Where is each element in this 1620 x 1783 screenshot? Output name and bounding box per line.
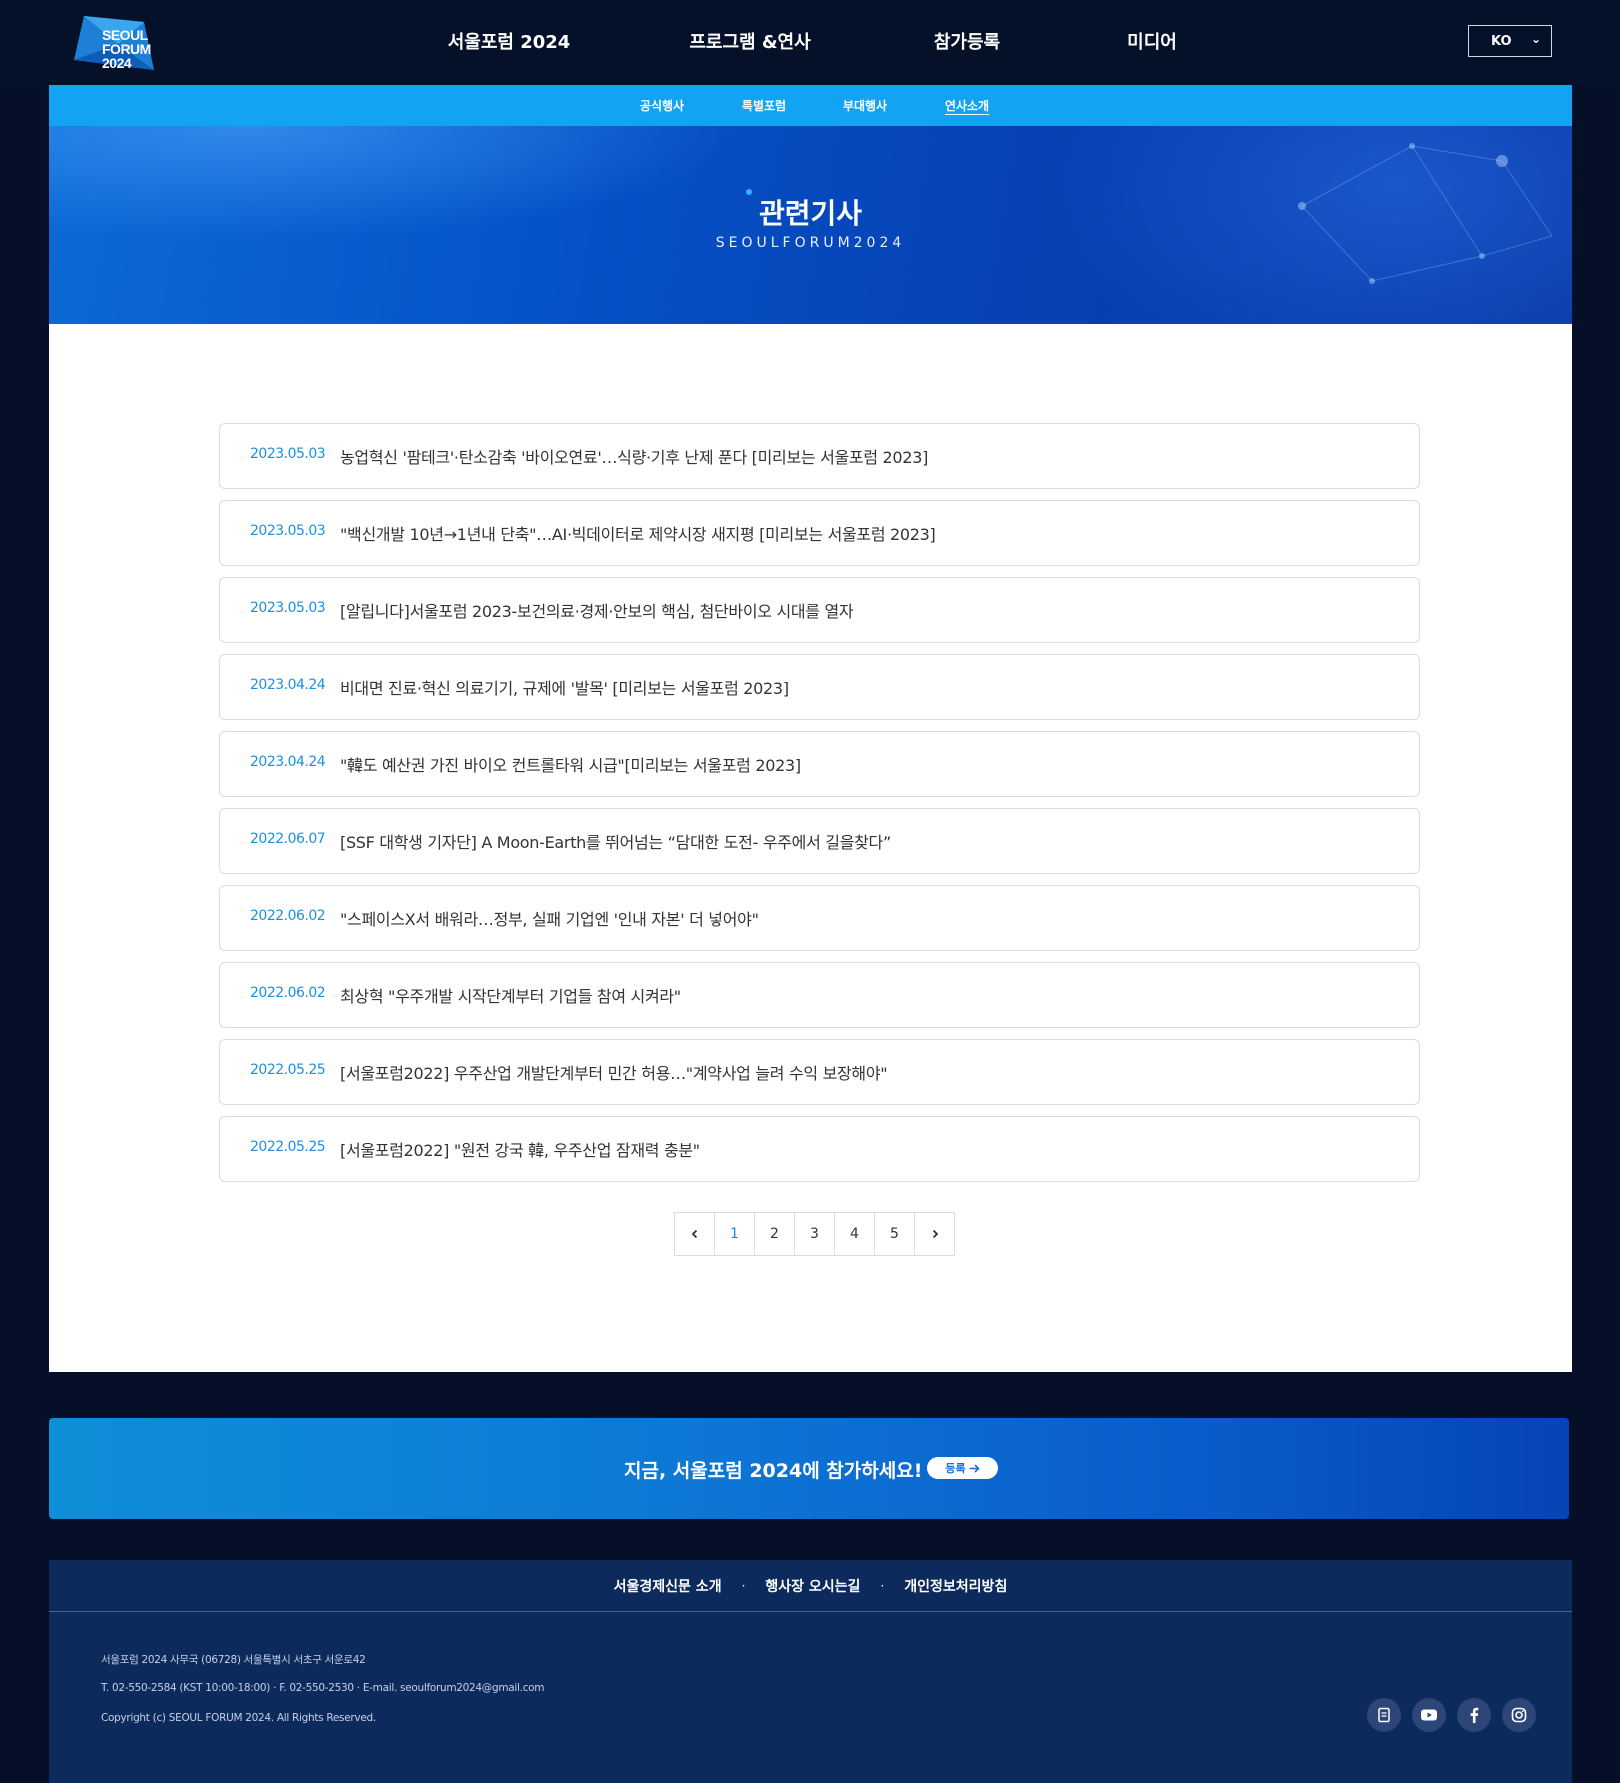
sub-nav: 공식행사 특별포럼 부대행사 연사소개 [49, 85, 1572, 126]
news-date: 2022.06.02 [250, 908, 326, 924]
footer-copyright: Copyright (c) SEOUL FORUM 2024. All Righ… [101, 1712, 376, 1724]
prev-page-button[interactable] [675, 1213, 715, 1255]
nav-media[interactable]: 미디어 [1127, 28, 1177, 54]
news-date: 2022.06.07 [250, 831, 326, 847]
subnav-side-events[interactable]: 부대행사 [843, 97, 887, 114]
news-date: 2022.05.25 [250, 1139, 326, 1155]
news-title[interactable]: "韓도 예산권 가진 바이오 컨트롤타워 시급"[미리보는 서울포럼 2023] [340, 752, 801, 776]
registration-banner-text: 지금, 서울포럼 2024에 참가하세요! [624, 1460, 923, 1482]
footer-separator: · [880, 1578, 885, 1593]
news-item[interactable]: 2022.06.02 "스페이스X서 배워라…정부, 실패 기업엔 '인내 자본… [219, 885, 1420, 951]
page-button-2[interactable]: 2 [755, 1213, 795, 1255]
news-date: 2023.04.24 [250, 754, 326, 770]
nav-registration[interactable]: 참가등록 [934, 28, 1000, 54]
top-bar: SEOUL FORUM 2024 서울포럼 2024 프로그램 &연사 참가등록… [0, 0, 1620, 85]
chevron-left-icon [691, 1229, 697, 1239]
news-title[interactable]: [서울포럼2022] "원전 강국 韓, 우주산업 잠재력 충분" [340, 1137, 700, 1161]
news-title[interactable]: 농업혁신 '팜테크'·탄소감축 '바이오연료'…식량·기후 난제 푼다 [미리보… [340, 444, 928, 468]
news-item[interactable]: 2022.05.25 [서울포럼2022] "원전 강국 韓, 우주산업 잠재력… [219, 1116, 1420, 1182]
news-item[interactable]: 2022.05.25 [서울포럼2022] 우주산업 개발단계부터 민간 허용…… [219, 1039, 1420, 1105]
register-button-label: 등록 [945, 1462, 966, 1475]
news-title[interactable]: [서울포럼2022] 우주산업 개발단계부터 민간 허용…"계약사업 늘려 수익… [340, 1060, 888, 1084]
news-title[interactable]: "백신개발 10년→1년내 단축"…AI·빅데이터로 제약시장 새지평 [미리보… [340, 521, 936, 545]
register-button[interactable]: 등록 [927, 1457, 998, 1479]
chevron-down-icon: ⌄ [1531, 32, 1542, 46]
news-title[interactable]: 비대면 진료·혁신 의료기기, 규제에 '발목' [미리보는 서울포럼 2023… [340, 675, 789, 699]
page-button-3[interactable]: 3 [795, 1213, 835, 1255]
news-date: 2023.05.03 [250, 446, 326, 462]
footer-link-directions[interactable]: 행사장 오시는길 [765, 1576, 860, 1596]
news-item[interactable]: 2023.05.03 농업혁신 '팜테크'·탄소감축 '바이오연료'…식량·기후… [219, 423, 1420, 489]
news-item[interactable]: 2023.04.24 비대면 진료·혁신 의료기기, 규제에 '발목' [미리보… [219, 654, 1420, 720]
footer: 서울경제신문 소개 · 행사장 오시는길 · 개인정보처리방침 서울포럼 202… [49, 1560, 1572, 1783]
footer-contact: T. 02-550-2584 (KST 10:00-18:00) · F. 02… [101, 1682, 545, 1694]
next-page-button[interactable] [915, 1213, 955, 1255]
news-title[interactable]: "스페이스X서 배워라…정부, 실패 기업엔 '인내 자본' 더 넣어야" [340, 906, 759, 930]
content-area: 2023.05.03 농업혁신 '팜테크'·탄소감축 '바이오연료'…식량·기후… [49, 324, 1572, 1372]
news-list: 2023.05.03 농업혁신 '팜테크'·탄소감축 '바이오연료'…식량·기후… [219, 423, 1420, 1193]
news-date: 2023.04.24 [250, 677, 326, 693]
news-title[interactable]: [알립니다]서울포럼 2023-보건의료·경제·안보의 핵심, 첨단바이오 시대… [340, 598, 854, 622]
footer-separator: · [741, 1578, 746, 1593]
page-button-1[interactable]: 1 [715, 1213, 755, 1255]
news-date: 2023.05.03 [250, 600, 326, 616]
pagination: 1 2 3 4 5 [674, 1212, 955, 1256]
news-item[interactable]: 2023.05.03 [알립니다]서울포럼 2023-보건의료·경제·안보의 핵… [219, 577, 1420, 643]
news-date: 2022.05.25 [250, 1062, 326, 1078]
page-title: 관련기사 [758, 197, 863, 230]
news-date: 2023.05.03 [250, 523, 326, 539]
news-item[interactable]: 2022.06.07 [SSF 대학생 기자단] A Moon-Earth를 뛰… [219, 808, 1420, 874]
news-title[interactable]: 최상혁 "우주개발 시작단계부터 기업들 참여 시켜라" [340, 983, 681, 1007]
language-code: KO [1491, 34, 1512, 49]
footer-links: 서울경제신문 소개 · 행사장 오시는길 · 개인정보처리방침 [49, 1560, 1572, 1612]
news-item[interactable]: 2023.04.24 "韓도 예산권 가진 바이오 컨트롤타워 시급"[미리보는… [219, 731, 1420, 797]
page-button-5[interactable]: 5 [875, 1213, 915, 1255]
facebook-icon[interactable] [1457, 1698, 1491, 1732]
footer-link-privacy[interactable]: 개인정보처리방침 [904, 1576, 1007, 1596]
registration-banner: 지금, 서울포럼 2024에 참가하세요! 등록 [49, 1418, 1569, 1519]
arrow-right-icon [969, 1463, 980, 1473]
footer-link-about[interactable]: 서울경제신문 소개 [614, 1576, 722, 1596]
page-subtitle: SEOULFORUM2024 [715, 235, 906, 251]
news-date: 2022.06.02 [250, 985, 326, 1001]
chevron-right-icon [932, 1229, 938, 1239]
subnav-speakers[interactable]: 연사소개 [945, 97, 989, 114]
news-item[interactable]: 2023.05.03 "백신개발 10년→1년내 단축"…AI·빅데이터로 제약… [219, 500, 1420, 566]
page-button-4[interactable]: 4 [835, 1213, 875, 1255]
main-nav: 서울포럼 2024 프로그램 &연사 참가등록 미디어 [0, 28, 1620, 54]
instagram-icon[interactable] [1502, 1698, 1536, 1732]
footer-address: 서울포럼 2024 사무국 (06728) 서울특별시 서초구 서운로42 [101, 1654, 366, 1666]
blog-icon[interactable] [1367, 1698, 1401, 1732]
subnav-special-forum[interactable]: 특별포럼 [742, 97, 786, 114]
language-select[interactable]: KO ⌄ [1468, 25, 1552, 57]
nav-program[interactable]: 프로그램 &연사 [689, 28, 810, 54]
news-item[interactable]: 2022.06.02 최상혁 "우주개발 시작단계부터 기업들 참여 시켜라" [219, 962, 1420, 1028]
nav-seoulforum[interactable]: 서울포럼 2024 [448, 28, 571, 54]
youtube-icon[interactable] [1412, 1698, 1446, 1732]
subnav-official-events[interactable]: 공식행사 [640, 97, 684, 114]
hero-banner: 관련기사 SEOULFORUM2024 [49, 126, 1572, 324]
news-title[interactable]: [SSF 대학생 기자단] A Moon-Earth를 뛰어넘는 “담대한 도전… [340, 829, 891, 853]
